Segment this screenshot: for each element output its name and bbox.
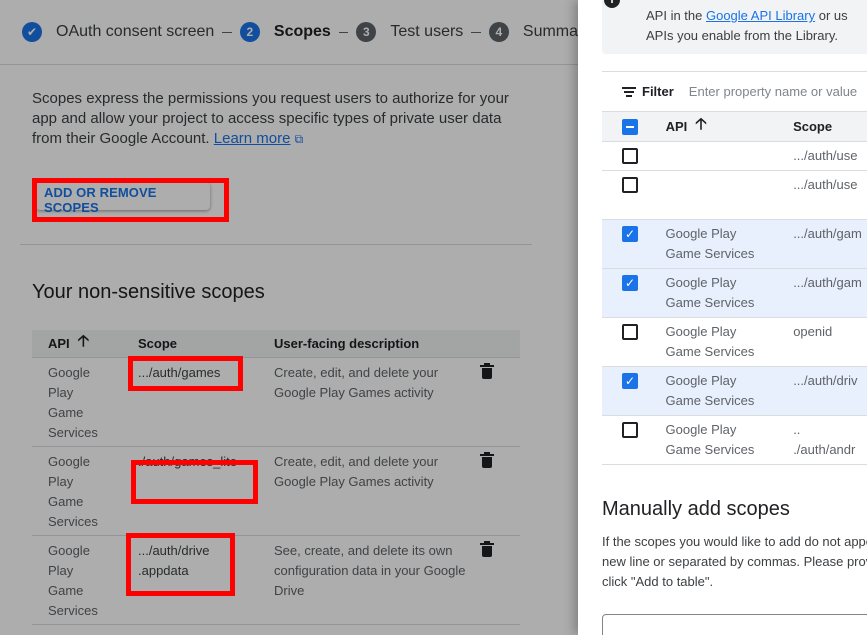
api-cell — [658, 142, 767, 170]
step-number: 2 — [239, 22, 260, 42]
external-link-icon: ⧉ — [294, 132, 304, 146]
filter-label: Filter — [642, 84, 674, 99]
sort-arrow-up-icon: 🡡 — [77, 333, 90, 350]
step-label: Summa — [522, 23, 579, 40]
api-cell — [658, 171, 767, 219]
info-text: API in the Google API Library or us APIs… — [646, 6, 867, 46]
filter-input[interactable]: Enter property name or value — [689, 84, 857, 99]
delete-icon[interactable] — [480, 363, 494, 380]
description-cell: Create, edit, and delete your Google Pla… — [274, 454, 439, 489]
table-row: Google Play Game Services .../auth/games… — [32, 358, 520, 447]
delete-icon[interactable] — [480, 541, 494, 558]
add-or-remove-scopes-button[interactable]: ADD OR REMOVE SCOPES — [36, 182, 210, 215]
scope-cell: .. ./auth/andr — [793, 422, 856, 457]
step-scopes[interactable]: 2 Scopes — [239, 22, 331, 42]
scope-cell: .../auth/gam — [793, 226, 862, 241]
step-label: Scopes — [273, 23, 331, 40]
step-number: 3 — [356, 22, 377, 42]
api-cell: Google Play Game Services — [665, 422, 755, 457]
info-line1-end: or us — [815, 8, 848, 23]
check-circle-icon: ✔ — [22, 22, 42, 42]
update-scopes-panel: i API in the Google API Library or us AP… — [578, 0, 867, 635]
info-line2: APIs you enable from the Library. — [646, 28, 838, 43]
scope-column-header: Scope — [138, 336, 178, 351]
scope-row[interactable]: .../auth/use — [602, 142, 867, 171]
step-summary[interactable]: 4 Summa — [488, 22, 579, 42]
table-header: API 🡡 Scope — [602, 112, 867, 142]
scope-cell: .../auth/drive .appdata — [138, 543, 210, 578]
scope-cell: .../auth/use — [793, 177, 858, 192]
scope-checkbox[interactable] — [622, 324, 638, 340]
filter-bar: Filter Enter property name or value — [602, 72, 867, 112]
scope-row[interactable]: ✓ Google Play Game Services .../auth/driv — [602, 367, 867, 416]
api-cell: Google Play Game Services — [48, 543, 98, 618]
scope-cell: ./auth/games_lite — [138, 454, 238, 469]
step-separator — [471, 31, 481, 33]
description-cell: See, create, and delete its own configur… — [274, 543, 466, 598]
info-line1: API in the — [646, 8, 706, 23]
scope-checkbox[interactable]: ✓ — [622, 373, 638, 389]
scope-cell: .../auth/use — [793, 148, 858, 163]
step-label: OAuth consent screen — [56, 23, 215, 40]
scope-checkbox[interactable]: ✓ — [622, 226, 638, 242]
table-row: Google Play Game Services .../auth/drive… — [32, 536, 520, 625]
header-label: API — [665, 119, 688, 134]
table-body: .../auth/use .../auth/use ✓ Google Play Gam… — [602, 142, 867, 465]
scope-checkbox[interactable] — [622, 422, 638, 438]
scopes-intro: Scopes express the permissions you reque… — [32, 89, 522, 149]
delete-icon[interactable] — [480, 452, 494, 469]
scopes-page: ✔ OAuth consent screen 2 Scopes 3 Test u… — [0, 0, 578, 635]
non-sensitive-scopes-title: Your non-sensitive scopes — [32, 281, 265, 303]
description-column-header: User-facing description — [274, 336, 420, 351]
learn-more-link[interactable]: Learn more — [214, 130, 291, 147]
table-row: Google Play Game Services ./auth/games_l… — [32, 447, 520, 536]
api-column-header[interactable]: API 🡡 — [658, 113, 793, 140]
filter-icon[interactable] — [622, 86, 636, 98]
api-cell: Google Play Game Services — [665, 373, 755, 408]
scope-checkbox[interactable]: ✓ — [622, 275, 638, 291]
scope-cell: .../auth/gam — [793, 275, 862, 290]
non-sensitive-scopes-table: API 🡡 Scope User-facing description Goog… — [32, 330, 520, 625]
scope-checkbox[interactable] — [622, 177, 638, 193]
header-label: API — [48, 336, 70, 351]
instructions-line: click "Add to table". — [602, 574, 714, 589]
step-test-users[interactable]: 3 Test users — [356, 22, 463, 42]
table-header: API 🡡 Scope User-facing description — [32, 330, 520, 358]
api-column-header[interactable]: API 🡡 — [32, 330, 122, 357]
sort-arrow-up-icon: 🡡 — [695, 116, 707, 133]
instructions-line: If the scopes you would like to add do n… — [602, 534, 867, 549]
select-all-checkbox[interactable] — [622, 118, 638, 135]
scope-cell: openid — [793, 324, 833, 339]
manually-add-scopes-title: Manually add scopes — [602, 498, 790, 520]
api-cell: Google Play Game Services — [665, 324, 755, 359]
description-cell: Create, edit, and delete your Google Pla… — [274, 365, 439, 400]
step-oauth-consent[interactable]: ✔ OAuth consent screen — [22, 22, 214, 42]
scopes-selection-table: Filter Enter property name or value API … — [602, 71, 867, 465]
scope-checkbox[interactable] — [622, 148, 638, 164]
step-label: Test users — [390, 23, 464, 40]
scope-row[interactable]: ✓ Google Play Game Services .../auth/gam — [602, 220, 867, 269]
scope-column-header: Scope — [793, 119, 833, 134]
manual-scopes-instructions: If the scopes you would like to add do n… — [602, 532, 867, 592]
api-cell: Google Play Game Services — [665, 226, 755, 261]
step-separator — [338, 31, 349, 33]
scope-row[interactable]: Google Play Game Services openid — [602, 318, 867, 367]
step-separator — [222, 31, 232, 33]
instructions-line: new line or separated by commas. Please … — [602, 554, 867, 569]
scope-row[interactable]: ✓ Google Play Game Services .../auth/gam — [602, 269, 867, 318]
divider — [20, 244, 532, 245]
api-cell: Google Play Game Services — [48, 454, 98, 529]
manual-scopes-textarea[interactable] — [602, 614, 867, 635]
step-number: 4 — [488, 22, 509, 42]
scope-row[interactable]: .../auth/use — [602, 171, 867, 220]
scope-cell: .../auth/games — [138, 365, 221, 380]
api-cell: Google Play Game Services — [48, 365, 98, 440]
google-api-library-link[interactable]: Google API Library — [706, 8, 815, 23]
api-cell: Google Play Game Services — [665, 275, 755, 310]
stepper: ✔ OAuth consent screen 2 Scopes 3 Test u… — [0, 0, 578, 65]
scope-cell: .../auth/driv — [793, 373, 858, 388]
scope-row[interactable]: Google Play Game Services .. ./auth/andr — [602, 416, 867, 465]
